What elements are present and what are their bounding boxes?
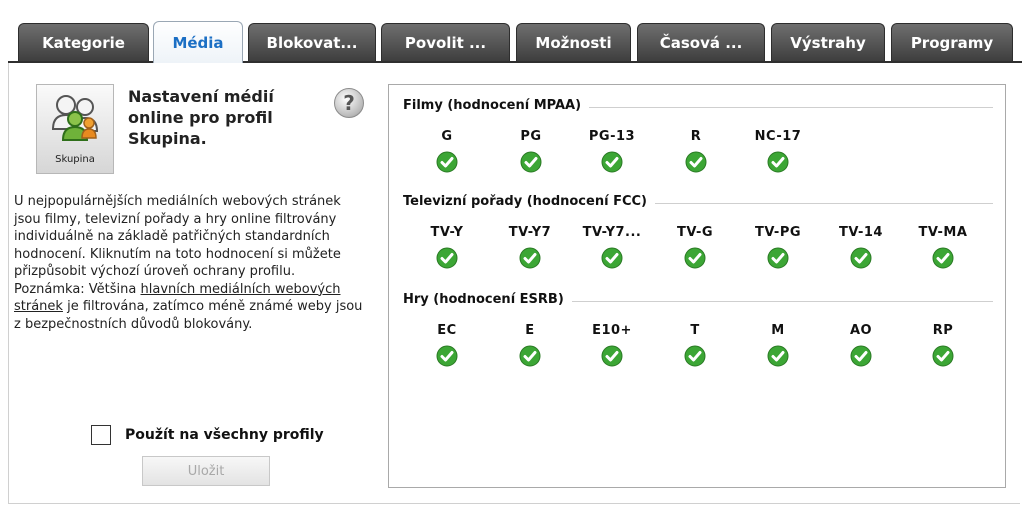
check-icon: [519, 247, 541, 269]
check-icon: [932, 345, 954, 367]
rating-label: TV-Y: [430, 225, 464, 240]
rating-t[interactable]: T: [655, 323, 735, 367]
rating-tv-y7[interactable]: TV-Y7: [490, 225, 570, 269]
rating-tv-14[interactable]: TV-14: [821, 225, 901, 269]
rating-label: TV-G: [676, 225, 714, 240]
check-icon: [684, 247, 706, 269]
rating-label: TV-PG: [754, 225, 802, 240]
section-title-tv: Televizní pořady (hodnocení FCC): [403, 194, 655, 209]
rating-label: E: [525, 323, 535, 338]
check-icon: [685, 151, 707, 173]
check-icon: [520, 151, 542, 173]
check-icon: [601, 151, 623, 173]
rating-label: PG-13: [588, 129, 636, 144]
check-icon: [932, 247, 954, 269]
tab-povolit[interactable]: Povolit ...: [381, 23, 510, 61]
rating-m[interactable]: M: [738, 323, 818, 367]
avatar-label: Skupina: [55, 154, 95, 165]
rating-label: TV-MA: [918, 225, 968, 240]
tab-moznosti[interactable]: Možnosti: [516, 23, 631, 61]
rating-label: PG: [520, 129, 542, 144]
check-icon: [767, 151, 789, 173]
description: U nejpopulárnějších mediálních webových …: [14, 193, 369, 333]
rating-ao[interactable]: AO: [821, 323, 901, 367]
page-title: Nastavení médií online pro profil Skupin…: [128, 87, 274, 148]
rating-pg[interactable]: PG: [491, 129, 571, 173]
rating-r[interactable]: R: [656, 129, 736, 173]
check-icon: [767, 345, 789, 367]
rating-label: TV-14: [839, 225, 883, 240]
section-title-movies: Filmy (hodnocení MPAA): [403, 98, 590, 113]
check-icon: [436, 151, 458, 173]
rating-label: TV-Y7: [508, 225, 552, 240]
rating-g[interactable]: G: [407, 129, 487, 173]
rating-ec[interactable]: EC: [407, 323, 487, 367]
profile-avatar: Skupina: [36, 84, 114, 174]
apply-all-row: Použít na všechny profily: [91, 425, 324, 445]
rating-label: E10+: [592, 323, 632, 338]
rating-label: NC-17: [754, 129, 802, 144]
check-icon: [436, 247, 458, 269]
check-icon: [601, 345, 623, 367]
rating-label: R: [690, 129, 702, 144]
check-icon: [850, 345, 872, 367]
rating-label: G: [441, 129, 453, 144]
rating-tv-pg[interactable]: TV-PG: [738, 225, 818, 269]
check-icon: [519, 345, 541, 367]
rating-label: TV-Y7...: [582, 225, 642, 240]
apply-all-checkbox[interactable]: [91, 425, 111, 445]
rating-label: AO: [849, 323, 873, 338]
section-title-games: Hry (hodnocení ESRB): [403, 292, 572, 307]
tab-vystrahy[interactable]: Výstrahy: [771, 23, 885, 61]
apply-all-label: Použít na všechny profily: [125, 427, 324, 443]
rating-tv-y[interactable]: TV-Y: [407, 225, 487, 269]
save-button[interactable]: Uložit: [142, 456, 270, 486]
tab-bar: Kategorie Média Blokovat... Povolit ... …: [0, 0, 1022, 63]
ratings-panel: Filmy (hodnocení MPAA) G PG PG-13 R NC-1…: [388, 84, 1006, 488]
tab-programy[interactable]: Programy: [891, 23, 1013, 61]
rating-label: EC: [437, 323, 457, 338]
check-icon: [601, 247, 623, 269]
rating-label: RP: [932, 323, 954, 338]
tab-casova[interactable]: Časová ...: [637, 23, 765, 61]
check-icon: [684, 345, 706, 367]
rating-tv-y7-fv[interactable]: TV-Y7...: [572, 225, 652, 269]
rating-tv-g[interactable]: TV-G: [655, 225, 735, 269]
tab-media[interactable]: Média: [153, 21, 243, 63]
rating-label: M: [771, 323, 785, 338]
rating-e10[interactable]: E10+: [572, 323, 652, 367]
description-text-2: je filtrována, zatímco méně známé weby j…: [14, 299, 363, 332]
check-icon: [436, 345, 458, 367]
rating-tv-ma[interactable]: TV-MA: [903, 225, 983, 269]
group-icon: [51, 95, 99, 141]
rating-pg-13[interactable]: PG-13: [572, 129, 652, 173]
rating-nc-17[interactable]: NC-17: [738, 129, 818, 173]
rating-label: T: [690, 323, 700, 338]
rating-e[interactable]: E: [490, 323, 570, 367]
tab-blokovat[interactable]: Blokovat...: [248, 23, 376, 61]
rating-rp[interactable]: RP: [903, 323, 983, 367]
check-icon: [767, 247, 789, 269]
check-icon: [850, 247, 872, 269]
question-mark-icon[interactable]: ?: [334, 88, 364, 118]
tab-kategorie[interactable]: Kategorie: [18, 23, 149, 61]
